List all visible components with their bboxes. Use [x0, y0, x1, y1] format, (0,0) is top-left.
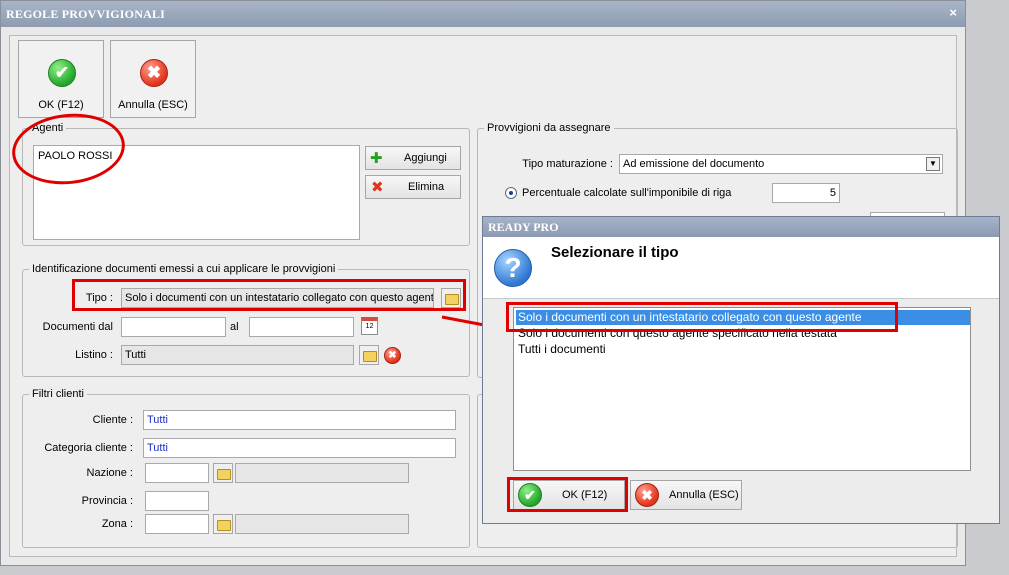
dialog-cancel-label: Annulla (ESC) [669, 489, 739, 501]
cliente-label: Cliente : [92, 414, 133, 426]
dialog-titlebar: READY PRO [483, 217, 999, 237]
customer-filters-group: Filtri clienti Cliente : Tutti Categoria… [22, 388, 470, 548]
maturazione-label: Tipo maturazione : [522, 158, 613, 170]
dialog-header: ? Selezionare il tipo [483, 237, 999, 299]
add-agent-button[interactable]: ✚ Aggiungi [365, 146, 461, 170]
commissions-legend: Provvigioni da assegnare [484, 122, 614, 134]
window-titlebar: REGOLE PROVVIGIONALI [1, 1, 965, 27]
highlight-tipo [72, 279, 466, 311]
date-to-input[interactable] [249, 317, 354, 337]
add-agent-label: Aggiungi [404, 152, 447, 164]
close-icon[interactable]: × [949, 5, 957, 20]
dialog-title: READY PRO [488, 220, 559, 234]
calendar-icon[interactable]: 12 [361, 317, 378, 335]
dialog-question: Selezionare il tipo [551, 244, 679, 261]
date-from-input[interactable] [121, 317, 226, 337]
identification-legend: Identificazione documenti emessi a cui a… [29, 263, 339, 275]
delete-icon: ✖ [371, 179, 384, 196]
folder-icon[interactable] [359, 345, 379, 365]
customer-filters-legend: Filtri clienti [29, 388, 87, 400]
zona-input[interactable] [145, 514, 209, 534]
date-from-label: Documenti dal [42, 321, 113, 333]
categoria-input[interactable]: Tutti [143, 438, 456, 458]
nazione-description [235, 463, 409, 483]
remove-agent-button[interactable]: ✖ Elimina [365, 175, 461, 199]
cancel-icon: ✖ [635, 483, 659, 507]
folder-icon[interactable] [213, 463, 233, 483]
maturazione-select[interactable]: Ad emissione del documento ▼ [619, 154, 943, 174]
zona-description [235, 514, 409, 534]
listino-field[interactable]: Tutti [121, 345, 354, 365]
ok-button-label: OK (F12) [38, 99, 84, 111]
nazione-label: Nazione : [86, 467, 133, 479]
cancel-button-label: Annulla (ESC) [118, 99, 188, 111]
nazione-input[interactable] [145, 463, 209, 483]
provincia-label: Provincia : [81, 495, 133, 507]
listino-label: Listino : [75, 349, 113, 361]
folder-icon[interactable] [213, 514, 233, 534]
maturazione-value: Ad emissione del documento [623, 158, 765, 170]
percent-label: Percentuale calcolate sull'imponibile di… [522, 187, 732, 199]
dialog-cancel-button[interactable]: ✖ Annulla (ESC) [630, 480, 742, 510]
date-to-label: al [230, 321, 239, 333]
cancel-button[interactable]: ✖ Annulla (ESC) [110, 40, 196, 118]
remove-agent-label: Elimina [408, 181, 445, 193]
highlight-ok [507, 477, 628, 512]
provincia-input[interactable] [145, 491, 209, 511]
cliente-input[interactable]: Tutti [143, 410, 456, 430]
window-title: REGOLE PROVVIGIONALI [6, 7, 166, 21]
plus-icon: ✚ [370, 150, 383, 167]
chevron-down-icon[interactable]: ▼ [926, 157, 940, 171]
highlight-option [506, 302, 898, 332]
percent-radio[interactable] [505, 187, 517, 199]
percent-input[interactable]: 5 [772, 183, 840, 203]
categoria-label: Categoria cliente : [44, 442, 133, 454]
cancel-icon: ✖ [140, 59, 168, 87]
question-icon: ? [494, 249, 532, 287]
zona-label: Zona : [101, 518, 133, 530]
clear-icon[interactable]: ✖ [384, 347, 401, 364]
check-icon: ✔ [48, 59, 76, 87]
ok-button[interactable]: ✔ OK (F12) [18, 40, 104, 118]
type-option[interactable]: Tutti i documenti [516, 342, 970, 357]
